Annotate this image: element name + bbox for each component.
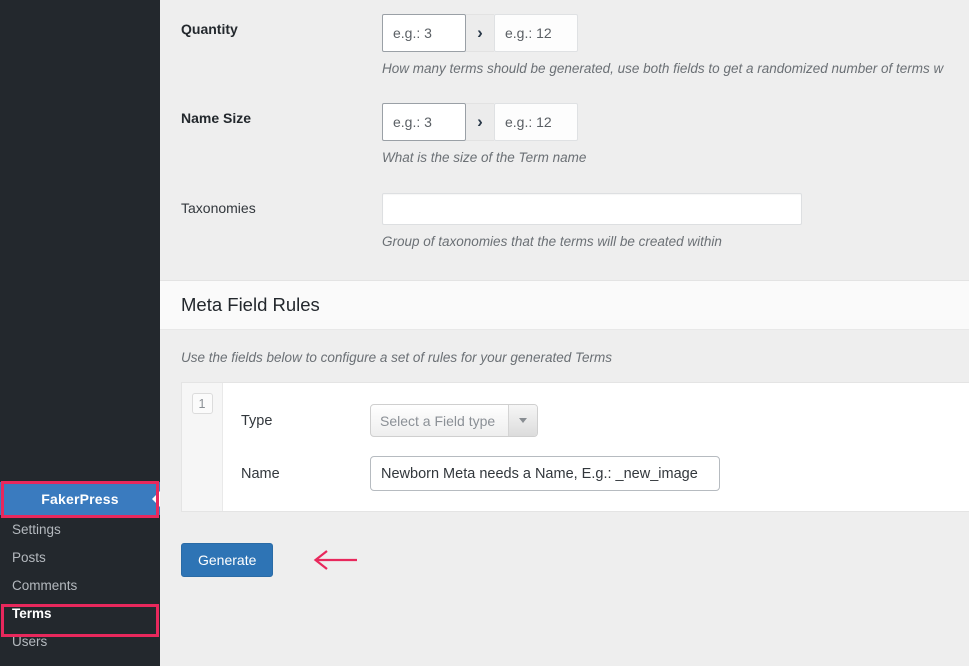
- taxonomies-input[interactable]: [382, 193, 802, 225]
- taxonomies-help-text: Group of taxonomies that the terms will …: [382, 234, 722, 249]
- rule-index-gutter: 1: [182, 383, 223, 511]
- caret-down-icon[interactable]: [508, 405, 537, 436]
- field-taxonomies: Taxonomies Group of taxonomies that the …: [160, 165, 969, 249]
- field-quantity: Quantity › How many terms should be gene…: [160, 0, 969, 76]
- quantity-min-input[interactable]: [382, 14, 466, 52]
- sidebar-item-settings[interactable]: Settings: [0, 515, 160, 543]
- fakerpress-terms-screen: FakerPress Settings Posts Comments Terms…: [0, 0, 969, 666]
- sidebar-item-label: Posts: [12, 549, 46, 565]
- rule-index-badge: 1: [191, 393, 213, 414]
- sidebar-item-label: Comments: [12, 577, 78, 593]
- arrow-left-icon: [314, 550, 358, 570]
- sidebar-item-posts[interactable]: Posts: [0, 543, 160, 571]
- meta-field-rules-section: Meta Field Rules Use the fields below to…: [160, 280, 969, 512]
- submit-area: Generate: [160, 512, 969, 577]
- rule-name-input[interactable]: [370, 456, 720, 491]
- name-size-min-input[interactable]: [382, 103, 466, 141]
- name-size-help-text: What is the size of the Term name: [382, 150, 587, 165]
- taxonomies-label: Taxonomies: [181, 200, 256, 216]
- admin-sidebar: FakerPress Settings Posts Comments Terms…: [0, 0, 160, 666]
- sidebar-item-label: Users: [12, 633, 48, 649]
- meta-field-rules-header: Meta Field Rules: [160, 280, 969, 330]
- sidebar-item-label: Terms: [12, 605, 52, 621]
- rule-name-row: Name: [223, 456, 969, 491]
- sidebar-top-spacer: [0, 0, 160, 482]
- rule-type-label: Type: [241, 412, 273, 429]
- name-size-range-group: ›: [382, 103, 969, 141]
- quantity-range-group: ›: [382, 14, 969, 52]
- rule-type-select[interactable]: Select a Field type: [370, 404, 538, 437]
- generate-button[interactable]: Generate: [181, 543, 274, 577]
- chevron-right-icon: ›: [466, 14, 494, 52]
- main-content: Quantity › How many terms should be gene…: [160, 0, 969, 666]
- sidebar-item-terms[interactable]: Terms: [0, 599, 160, 627]
- sidebar-item-comments[interactable]: Comments: [0, 571, 160, 599]
- quantity-help-text: How many terms should be generated, use …: [382, 61, 944, 76]
- rule-type-selected-value: Select a Field type: [380, 412, 496, 429]
- name-size-max-input[interactable]: [494, 103, 578, 141]
- sidebar-item-label: Settings: [12, 521, 61, 537]
- caret-left-icon: [152, 490, 160, 507]
- field-name-size: Name Size › What is the size of the Term…: [160, 76, 969, 165]
- sidebar-brand-label: FakerPress: [41, 490, 119, 507]
- rule-name-label: Name: [241, 465, 280, 482]
- quantity-max-input[interactable]: [494, 14, 578, 52]
- rule-type-row: Type Select a Field type: [223, 404, 969, 437]
- name-size-label: Name Size: [181, 110, 252, 126]
- meta-field-rules-note: Use the fields below to configure a set …: [181, 350, 612, 365]
- meta-rule-row: 1 Type Select a Field type Name: [181, 382, 969, 512]
- sidebar-item-users[interactable]: Users: [0, 627, 160, 655]
- sidebar-item-fakerpress[interactable]: FakerPress: [0, 482, 160, 515]
- quantity-label: Quantity: [181, 21, 238, 37]
- chevron-right-icon: ›: [466, 103, 494, 141]
- meta-field-rules-title: Meta Field Rules: [181, 294, 320, 315]
